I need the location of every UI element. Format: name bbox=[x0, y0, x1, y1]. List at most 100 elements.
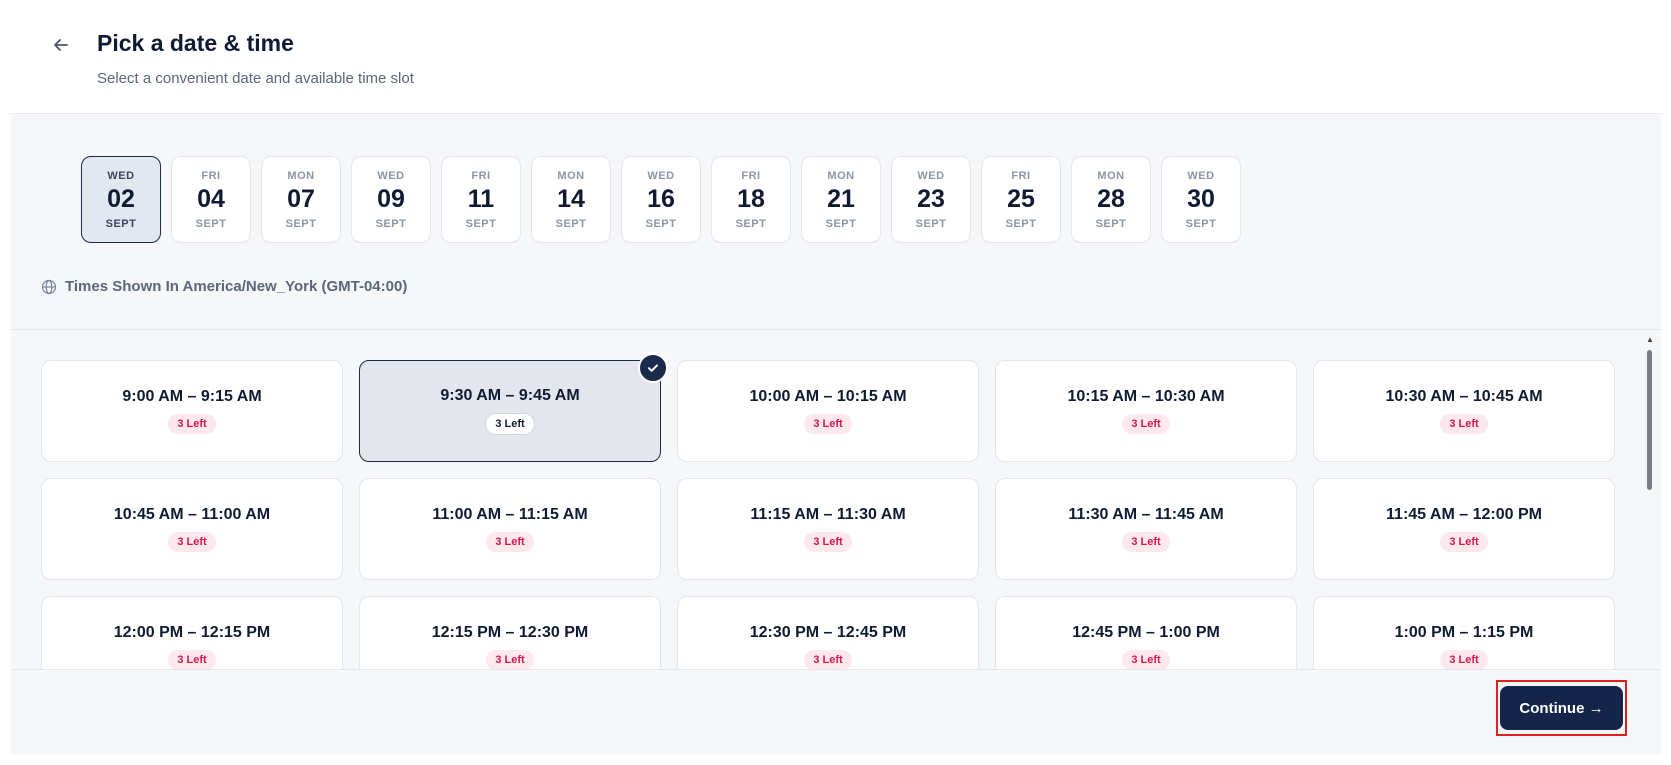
slot-time: 12:30 PM – 12:45 PM bbox=[749, 624, 907, 641]
slot-time: 10:45 AM – 11:00 AM bbox=[113, 506, 271, 523]
time-slot[interactable]: 10:00 AM – 10:15 AM 3 Left bbox=[677, 360, 979, 462]
availability-badge: 3 Left bbox=[1122, 532, 1170, 552]
date-weekday: MON bbox=[287, 169, 315, 182]
date-month: SEPT bbox=[105, 217, 137, 230]
availability-badge: 3 Left bbox=[486, 650, 534, 670]
date-day: 02 bbox=[107, 184, 135, 213]
date-day: 25 bbox=[1007, 184, 1035, 213]
availability-badge: 3 Left bbox=[168, 532, 216, 552]
date-card[interactable]: MON 07 SEPT bbox=[261, 156, 341, 243]
time-slot[interactable]: 10:30 AM – 10:45 AM 3 Left bbox=[1313, 360, 1615, 462]
date-month: SEPT bbox=[1005, 217, 1037, 230]
time-slot[interactable]: 9:30 AM – 9:45 AM 3 Left bbox=[359, 353, 668, 462]
date-weekday: MON bbox=[827, 169, 855, 182]
scroll-thumb[interactable] bbox=[1647, 350, 1652, 490]
timezone-info: Times Shown In America/New_York (GMT-04:… bbox=[41, 278, 407, 295]
scrollbar[interactable]: ▲ ▼ bbox=[1646, 336, 1654, 671]
date-day: 07 bbox=[287, 184, 315, 213]
date-month: SEPT bbox=[465, 217, 497, 230]
date-card[interactable]: FRI 11 SEPT bbox=[441, 156, 521, 243]
time-slot[interactable]: 10:15 AM – 10:30 AM 3 Left bbox=[995, 360, 1297, 462]
date-weekday: MON bbox=[1097, 169, 1125, 182]
date-month: SEPT bbox=[1185, 217, 1217, 230]
date-weekday: WED bbox=[377, 169, 405, 182]
time-slot[interactable]: 11:45 AM – 12:00 PM 3 Left bbox=[1313, 478, 1615, 580]
date-card[interactable]: FRI 18 SEPT bbox=[711, 156, 791, 243]
time-slots-grid: 9:00 AM – 9:15 AM 3 Left 9:30 AM – 9:45 AM… bbox=[41, 353, 1615, 670]
date-month: SEPT bbox=[735, 217, 767, 230]
slot-time: 11:00 AM – 11:15 AM bbox=[432, 506, 588, 523]
date-day: 11 bbox=[467, 184, 495, 213]
availability-badge: 3 Left bbox=[1440, 532, 1488, 552]
date-month: SEPT bbox=[1095, 217, 1127, 230]
availability-badge: 3 Left bbox=[485, 413, 535, 435]
date-weekday: FRI bbox=[471, 169, 491, 182]
arrow-left-icon bbox=[54, 39, 68, 51]
slot-time: 12:45 PM – 1:00 PM bbox=[1072, 624, 1220, 641]
scroll-up-arrow[interactable]: ▲ bbox=[1646, 336, 1654, 344]
date-card[interactable]: FRI 25 SEPT bbox=[981, 156, 1061, 243]
availability-badge: 3 Left bbox=[1440, 650, 1488, 670]
time-slot[interactable]: 11:00 AM – 11:15 AM 3 Left bbox=[359, 478, 661, 580]
globe-icon bbox=[41, 279, 57, 294]
continue-button[interactable]: Continue → bbox=[1500, 686, 1623, 730]
date-card[interactable]: FRI 04 SEPT bbox=[171, 156, 251, 243]
availability-badge: 3 Left bbox=[486, 532, 534, 552]
time-slot[interactable]: 12:00 PM – 12:15 PM 3 Left bbox=[41, 596, 343, 670]
time-slot[interactable]: 10:45 AM – 11:00 AM 3 Left bbox=[41, 478, 343, 580]
availability-badge: 3 Left bbox=[1122, 414, 1170, 434]
time-slot[interactable]: 12:45 PM – 1:00 PM 3 Left bbox=[995, 596, 1297, 670]
availability-badge: 3 Left bbox=[168, 414, 216, 434]
time-slot[interactable]: 9:00 AM – 9:15 AM 3 Left bbox=[41, 360, 343, 462]
date-card[interactable]: WED 23 SEPT bbox=[891, 156, 971, 243]
time-slot[interactable]: 1:00 PM – 1:15 PM 3 Left bbox=[1313, 596, 1615, 670]
slot-time: 10:00 AM – 10:15 AM bbox=[749, 388, 907, 405]
date-month: SEPT bbox=[375, 217, 407, 230]
date-month: SEPT bbox=[195, 217, 227, 230]
slot-time: 1:00 PM – 1:15 PM bbox=[1394, 624, 1534, 641]
date-card[interactable]: MON 28 SEPT bbox=[1071, 156, 1151, 243]
date-day: 09 bbox=[377, 184, 405, 213]
page-header: Pick a date & time Select a convenient d… bbox=[0, 0, 1671, 113]
date-weekday: WED bbox=[107, 169, 135, 182]
slot-time: 11:15 AM – 11:30 AM bbox=[750, 506, 906, 523]
slot-time: 10:15 AM – 10:30 AM bbox=[1067, 388, 1225, 405]
date-card[interactable]: WED 16 SEPT bbox=[621, 156, 701, 243]
continue-highlight: Continue → bbox=[1496, 680, 1627, 736]
time-slot[interactable]: 11:30 AM – 11:45 AM 3 Left bbox=[995, 478, 1297, 580]
date-card[interactable]: MON 21 SEPT bbox=[801, 156, 881, 243]
date-month: SEPT bbox=[285, 217, 317, 230]
time-slot[interactable]: 12:30 PM – 12:45 PM 3 Left bbox=[677, 596, 979, 670]
availability-badge: 3 Left bbox=[168, 650, 216, 670]
date-month: SEPT bbox=[555, 217, 587, 230]
scheduler-panel: WED 02 SEPT FRI 04 SEPT MON 07 SEPT WED 09 SEPT FRI 1… bbox=[11, 113, 1661, 755]
date-weekday: FRI bbox=[741, 169, 761, 182]
slot-time: 12:15 PM – 12:30 PM bbox=[431, 624, 589, 641]
availability-badge: 3 Left bbox=[804, 650, 852, 670]
timezone-label: Times Shown In America/New_York (GMT-04:… bbox=[65, 278, 408, 295]
date-card[interactable]: MON 14 SEPT bbox=[531, 156, 611, 243]
back-button[interactable] bbox=[46, 30, 76, 60]
availability-badge: 3 Left bbox=[804, 532, 852, 552]
availability-badge: 3 Left bbox=[1440, 414, 1488, 434]
date-day: 04 bbox=[197, 184, 225, 213]
time-slot[interactable]: 12:15 PM – 12:30 PM 3 Left bbox=[359, 596, 661, 670]
slot-time: 12:00 PM – 12:15 PM bbox=[113, 624, 271, 641]
date-card[interactable]: WED 30 SEPT bbox=[1161, 156, 1241, 243]
date-strip: WED 02 SEPT FRI 04 SEPT MON 07 SEPT WED 09 SEPT FRI 1… bbox=[81, 156, 1241, 243]
date-day: 14 bbox=[557, 184, 585, 213]
date-card[interactable]: WED 02 SEPT bbox=[81, 156, 161, 243]
date-month: SEPT bbox=[915, 217, 947, 230]
slot-time: 10:30 AM – 10:45 AM bbox=[1385, 388, 1543, 405]
date-weekday: WED bbox=[647, 169, 675, 182]
date-weekday: FRI bbox=[1011, 169, 1031, 182]
date-day: 18 bbox=[737, 184, 765, 213]
date-day: 16 bbox=[647, 184, 675, 213]
date-card[interactable]: WED 09 SEPT bbox=[351, 156, 431, 243]
slot-time: 9:00 AM – 9:15 AM bbox=[122, 388, 262, 405]
date-weekday: FRI bbox=[201, 169, 221, 182]
page-subtitle: Select a convenient date and available t… bbox=[97, 70, 414, 87]
time-slot[interactable]: 11:15 AM – 11:30 AM 3 Left bbox=[677, 478, 979, 580]
slot-time: 11:30 AM – 11:45 AM bbox=[1068, 506, 1224, 523]
footer-bar: Continue → bbox=[11, 669, 1661, 755]
